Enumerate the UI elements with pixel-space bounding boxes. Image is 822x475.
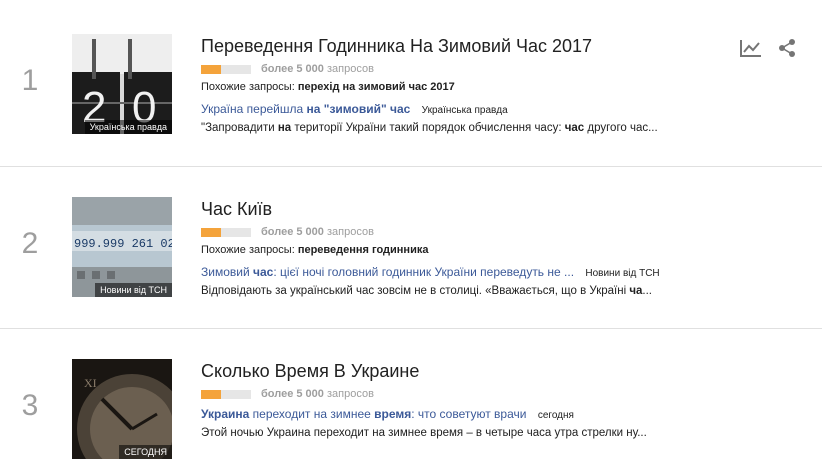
svg-text:XI: XI xyxy=(84,376,97,390)
volume-value: более 5 000 xyxy=(261,388,324,400)
search-volume: более 5 000 запросов xyxy=(201,225,374,239)
clock-photo: 2 0 xyxy=(72,34,172,134)
volume-value: более 5 000 xyxy=(261,226,324,238)
article-snippet: Відповідають за український час зовсім н… xyxy=(201,285,652,297)
trend-chart-icon[interactable] xyxy=(740,38,762,58)
volume-unit: запросов xyxy=(326,63,374,75)
article-source: сегодня xyxy=(537,410,574,421)
trend-title[interactable]: Сколько Время В Украине xyxy=(201,361,419,382)
related-queries: Похожие запросы: переведення годинника xyxy=(201,244,428,256)
trend-item[interactable]: 1 2 0 Українська правда Переведення Годи… xyxy=(0,34,822,167)
article-snippet: Этой ночью Украина переходит на зимнее в… xyxy=(201,427,647,439)
trend-tools xyxy=(740,38,798,58)
rank-number: 2 xyxy=(21,227,39,260)
volume-unit: запросов xyxy=(326,388,374,400)
trend-thumbnail[interactable]: 2 0 Українська правда xyxy=(72,34,172,134)
image-source-caption: Українська правда xyxy=(84,120,172,134)
rank-number: 3 xyxy=(21,389,39,422)
trend-item[interactable]: 3 XI СЕГОДНЯ Сколько Время В Украине бол… xyxy=(0,359,822,475)
image-source-caption: Новини від ТСН xyxy=(95,283,172,297)
related-label: Похожие запросы: xyxy=(201,81,295,93)
volume-bar xyxy=(201,227,251,237)
volume-bar xyxy=(201,64,251,74)
volume-unit: запросов xyxy=(326,226,374,238)
article-source: Новини від ТСН xyxy=(585,268,660,279)
news-article: Україна перейшла на "зимовий" час Україн… xyxy=(201,102,508,116)
article-title-link[interactable]: Украина переходит на зимнее время: что с… xyxy=(201,407,526,421)
article-title-link[interactable]: Зимовий час: цієї ночі головний годинник… xyxy=(201,265,574,279)
related-query-link[interactable]: перехід на зимовий час 2017 xyxy=(298,81,455,93)
clock-face-photo: XI xyxy=(72,359,172,459)
svg-text:999.999 261 02: 999.999 261 02 xyxy=(74,237,172,251)
trend-thumbnail[interactable]: 999.999 261 02 Новини від ТСН xyxy=(72,197,172,297)
trend-title[interactable]: Переведення Годинника На Зимовий Час 201… xyxy=(201,36,592,57)
volume-bar xyxy=(201,389,251,399)
related-queries: Похожие запросы: перехід на зимовий час … xyxy=(201,81,455,93)
news-article: Зимовий час: цієї ночі головний годинник… xyxy=(201,265,660,279)
trend-item[interactable]: 2 999.999 261 02 Новини від ТСН Час Київ… xyxy=(0,197,822,329)
rank-number: 1 xyxy=(21,64,39,97)
trend-thumbnail[interactable]: XI СЕГОДНЯ xyxy=(72,359,172,459)
trend-title[interactable]: Час Київ xyxy=(201,199,272,220)
related-query-link[interactable]: переведення годинника xyxy=(298,244,429,256)
share-icon[interactable] xyxy=(776,38,798,58)
article-title-link[interactable]: Україна перейшла на "зимовий" час xyxy=(201,102,410,116)
clock-display-photo: 999.999 261 02 xyxy=(72,197,172,297)
article-snippet: "Запровадити на території України такий … xyxy=(201,122,658,134)
image-source-caption: СЕГОДНЯ xyxy=(119,445,172,459)
news-article: Украина переходит на зимнее время: что с… xyxy=(201,407,574,421)
volume-value: более 5 000 xyxy=(261,63,324,75)
article-source: Українська правда xyxy=(421,105,508,116)
search-volume: более 5 000 запросов xyxy=(201,62,374,76)
related-label: Похожие запросы: xyxy=(201,244,295,256)
search-volume: более 5 000 запросов xyxy=(201,387,374,401)
